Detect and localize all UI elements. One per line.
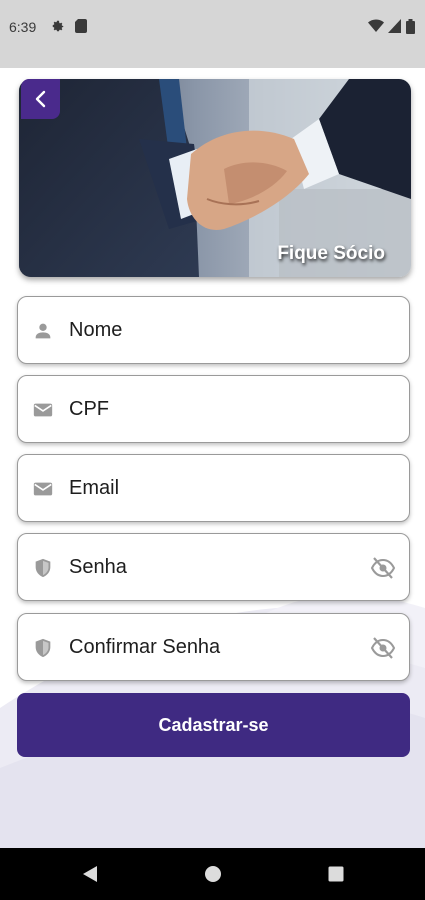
register-button[interactable]: Cadastrar-se [17,693,410,757]
back-button[interactable] [21,79,60,119]
sim-card-icon [75,19,87,38]
hero-image: Fique Sócio [19,79,411,277]
navigation-bar [0,848,425,900]
shield-icon [35,558,51,578]
recents-square-icon[interactable] [328,866,344,882]
password-field[interactable]: Senha [17,533,410,601]
eye-off-icon[interactable] [370,636,396,660]
password-field-placeholder: Senha [69,555,127,578]
name-field-placeholder: Nome [69,318,123,341]
confirm-password-field-placeholder: Confirmar Senha [69,635,221,658]
shield-icon [35,638,51,658]
signal-icon [388,19,401,38]
confirm-password-field[interactable]: Confirmar Senha [17,613,410,681]
battery-icon [406,19,415,39]
envelope-icon [33,482,53,496]
envelope-icon [33,403,53,417]
email-field-placeholder: Email [69,476,120,499]
cpf-field-placeholder: CPF [69,397,109,420]
home-circle-icon[interactable] [204,865,222,883]
wifi-icon [368,19,384,38]
back-triangle-icon[interactable] [82,865,98,883]
status-bar: 6:39 [0,0,425,68]
settings-gear-icon [51,19,65,38]
name-field[interactable]: Nome [17,296,410,364]
cpf-field[interactable]: CPF [17,375,410,443]
chevron-left-icon [35,90,45,108]
person-icon [35,323,51,339]
register-button-label: Cadastrar-se [158,714,269,735]
hero-title: Fique Sócio [277,243,385,264]
email-field[interactable]: Email [17,454,410,522]
eye-off-icon[interactable] [370,556,396,580]
status-time: 6:39 [9,19,37,35]
